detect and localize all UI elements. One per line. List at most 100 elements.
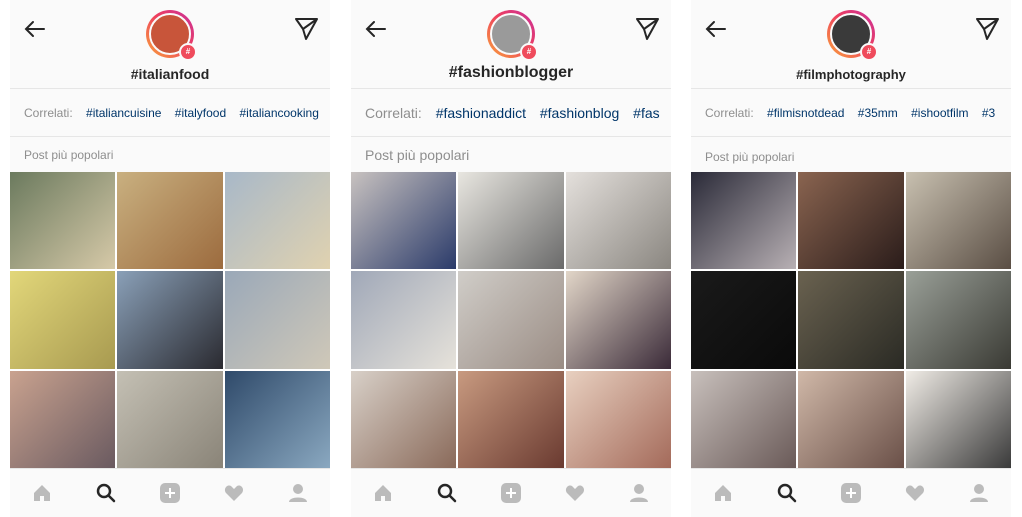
nav-home[interactable]	[29, 480, 55, 506]
related-tag[interactable]: #3	[982, 100, 995, 126]
post-tile[interactable]	[798, 172, 904, 270]
post-grid	[691, 172, 1011, 468]
post-tile[interactable]	[905, 172, 1011, 270]
screen-fashionblogger: # #fashionblogger Correlati: #fashionadd…	[351, 0, 671, 517]
related-tag[interactable]: #italiancuisine	[86, 100, 161, 126]
divider	[10, 136, 330, 137]
bottom-nav	[691, 468, 1011, 517]
nav-add[interactable]	[838, 480, 864, 506]
section-title: Post più popolari	[705, 150, 795, 164]
back-button[interactable]	[703, 16, 729, 42]
hashtag-avatar[interactable]: #	[146, 10, 197, 61]
post-tile[interactable]	[905, 271, 1011, 369]
nav-activity[interactable]	[562, 480, 588, 506]
hashtag-avatar[interactable]: #	[827, 10, 878, 61]
share-button[interactable]	[633, 14, 661, 42]
related-tag[interactable]: #italiancooking	[239, 100, 318, 126]
post-tile[interactable]	[798, 370, 904, 468]
post-tile[interactable]	[691, 172, 797, 270]
related-tag[interactable]: #fashionaddict	[436, 100, 526, 126]
post-tile[interactable]	[458, 271, 564, 369]
nav-profile[interactable]	[285, 480, 311, 506]
related-tags: Correlati: #filmisnotdead #35mm #ishootf…	[691, 100, 1011, 128]
heart-icon	[905, 485, 925, 501]
post-tile[interactable]	[905, 370, 1011, 468]
related-tag[interactable]: #ishootfilm	[911, 100, 968, 126]
hashtag-title: #filmphotography	[796, 67, 906, 82]
heart-icon	[565, 485, 585, 501]
post-tile[interactable]	[458, 172, 564, 270]
search-icon	[96, 483, 116, 503]
post-tile[interactable]	[565, 172, 671, 270]
post-tile[interactable]	[117, 271, 223, 369]
add-icon	[841, 483, 861, 503]
nav-activity[interactable]	[221, 480, 247, 506]
share-button[interactable]	[292, 14, 320, 42]
post-tile[interactable]	[10, 370, 116, 468]
home-icon	[375, 485, 391, 501]
section-title: Post più popolari	[365, 147, 470, 163]
related-tag[interactable]: #35mm	[858, 100, 898, 126]
related-tags: Correlati: #italiancuisine #italyfood #i…	[10, 100, 330, 128]
nav-search[interactable]	[93, 480, 119, 506]
post-tile[interactable]	[351, 370, 457, 468]
search-icon	[777, 483, 797, 503]
nav-search[interactable]	[434, 480, 460, 506]
paper-plane-icon	[976, 18, 999, 40]
nav-home[interactable]	[710, 480, 736, 506]
nav-home[interactable]	[370, 480, 396, 506]
paper-plane-icon	[636, 18, 659, 40]
hashtag-title: #italianfood	[130, 66, 210, 82]
nav-profile[interactable]	[626, 480, 652, 506]
post-tile[interactable]	[224, 370, 330, 468]
post-tile[interactable]	[691, 271, 797, 369]
share-button[interactable]	[973, 14, 1001, 42]
bottom-nav	[351, 468, 671, 517]
related-tag[interactable]: #filmisnotdead	[767, 100, 844, 126]
post-tile[interactable]	[351, 172, 457, 270]
related-tags: Correlati: #fashionaddict #fashionblog #…	[351, 100, 671, 128]
arrow-left-icon	[365, 21, 386, 37]
screen-filmphotography: # #filmphotography Correlati: #filmisnot…	[691, 0, 1011, 517]
post-tile[interactable]	[691, 370, 797, 468]
post-tile[interactable]	[10, 172, 116, 270]
profile-icon	[970, 484, 988, 502]
back-button[interactable]	[363, 16, 389, 42]
related-label: Correlati:	[365, 105, 422, 121]
post-tile[interactable]	[565, 271, 671, 369]
divider	[351, 136, 671, 137]
hashtag-header: # #filmphotography	[691, 0, 1011, 89]
post-tile[interactable]	[798, 271, 904, 369]
nav-search[interactable]	[774, 480, 800, 506]
screen-italianfood: # #italianfood Correlati: #italiancuisin…	[10, 0, 330, 517]
related-tag[interactable]: #italyfood	[175, 100, 226, 126]
related-label: Correlati:	[24, 106, 73, 120]
profile-icon	[630, 484, 648, 502]
add-icon	[160, 483, 180, 503]
post-tile[interactable]	[351, 271, 457, 369]
nav-profile[interactable]	[966, 480, 992, 506]
related-tag[interactable]: #fashionblog	[540, 100, 619, 126]
post-tile[interactable]	[117, 172, 223, 270]
hashtag-header: # #fashionblogger	[351, 0, 671, 89]
post-tile[interactable]	[10, 271, 116, 369]
heart-icon	[224, 485, 244, 501]
arrow-left-icon	[24, 21, 45, 37]
post-tile[interactable]	[458, 370, 564, 468]
post-tile[interactable]	[117, 370, 223, 468]
nav-activity[interactable]	[902, 480, 928, 506]
paper-plane-icon	[295, 18, 318, 40]
back-button[interactable]	[22, 16, 48, 42]
related-tag[interactable]: #fas	[633, 100, 659, 126]
nav-add[interactable]	[498, 480, 524, 506]
post-tile[interactable]	[224, 172, 330, 270]
post-tile[interactable]	[565, 370, 671, 468]
post-grid	[351, 172, 671, 468]
post-tile[interactable]	[224, 271, 330, 369]
nav-add[interactable]	[157, 480, 183, 506]
hashtag-title: #fashionblogger	[448, 64, 574, 81]
home-icon	[715, 485, 731, 501]
post-grid	[10, 172, 330, 468]
hashtag-avatar[interactable]: #	[487, 10, 538, 61]
hashtag-badge: #	[179, 43, 197, 61]
